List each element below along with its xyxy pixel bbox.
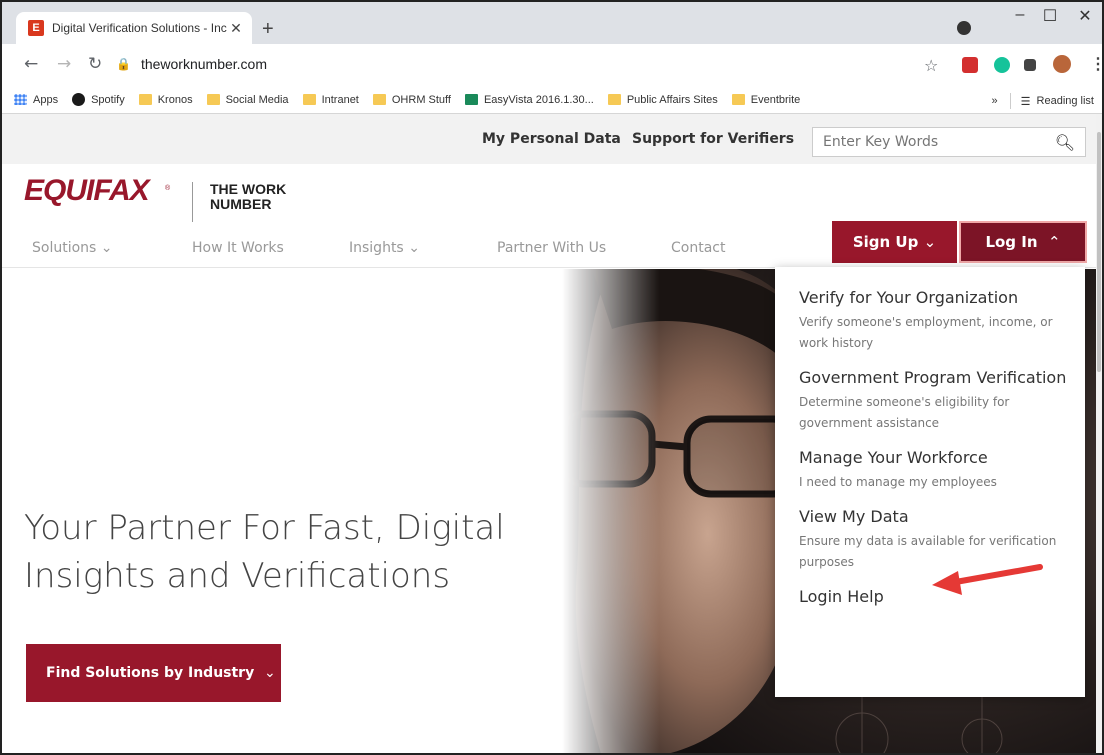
maximize-button[interactable]: ☐: [1035, 6, 1065, 26]
find-solutions-label: Find Solutions by Industry: [46, 665, 255, 681]
bookmark-star-icon[interactable]: ☆: [924, 56, 938, 75]
reload-icon[interactable]: ↻: [88, 54, 102, 74]
logo-line-2: NUMBER: [210, 196, 272, 212]
menu-item-description: Verify someone's employment, income, or …: [799, 315, 1053, 350]
address-bar[interactable]: 🔒 theworknumber.com: [116, 51, 954, 77]
forward-arrow-icon[interactable]: →: [57, 54, 71, 74]
profile-icon[interactable]: [957, 21, 971, 35]
tab-title: Digital Verification Solutions - Inc: [52, 21, 227, 35]
new-tab-button[interactable]: +: [262, 18, 274, 41]
nav-partner-with-us[interactable]: Partner With Us: [497, 240, 606, 256]
bookmark-eventbrite[interactable]: Eventbrite: [731, 94, 800, 106]
bookmark-kronos[interactable]: Kronos: [138, 94, 193, 106]
the-work-number-logo[interactable]: THE WORK NUMBER: [210, 182, 286, 212]
back-arrow-icon[interactable]: ←: [24, 54, 38, 74]
menu-item-title: View My Data: [799, 507, 909, 526]
chevron-down-icon: ⌄: [100, 240, 113, 256]
log-in-label: Log In: [985, 233, 1038, 251]
bookmarks-right: » ☰ Reading list: [992, 93, 1094, 109]
folder-icon: [302, 94, 316, 105]
folder-icon: [731, 94, 745, 105]
chevron-down-icon: ⌄: [263, 665, 276, 681]
my-personal-data-link[interactable]: My Personal Data: [482, 131, 621, 147]
bookmark-public-affairs[interactable]: Public Affairs Sites: [607, 94, 718, 106]
logo-registered-mark: ®: [165, 185, 171, 192]
sign-up-button[interactable]: Sign Up ⌄: [832, 221, 957, 263]
menu-item-manage-workforce[interactable]: Manage Your Workforce I need to manage m…: [799, 444, 1085, 493]
logo-line-1: THE WORK: [210, 181, 287, 197]
site-search: 🔍︎: [812, 127, 1086, 157]
extensions-puzzle-icon[interactable]: [1024, 59, 1036, 71]
nav-solutions[interactable]: Solutions ⌄: [32, 240, 113, 256]
nav-solutions-label: Solutions: [32, 240, 97, 256]
logo-divider: [192, 182, 193, 222]
apps-grid-icon: [14, 94, 27, 105]
login-dropdown-menu: Verify for Your Organization Verify some…: [775, 267, 1085, 697]
grammarly-extension-icon[interactable]: [994, 57, 1010, 73]
bookmark-easyvista[interactable]: EasyVista 2016.1.30...: [464, 94, 594, 106]
nav-insights-label: Insights: [349, 240, 404, 256]
menu-item-government-program[interactable]: Government Program Verification Determin…: [799, 364, 1085, 434]
page-scrollbar-thumb[interactable]: [1097, 132, 1101, 372]
browser-window: E Digital Verification Solutions - Inc ✕…: [0, 0, 1104, 755]
avatar[interactable]: [1053, 55, 1071, 73]
annotation-arrow-icon: [932, 564, 1043, 595]
bookmark-social-media[interactable]: Social Media: [206, 94, 289, 106]
reading-list-button[interactable]: Reading list: [1037, 95, 1094, 107]
tab-close-icon[interactable]: ✕: [228, 20, 244, 37]
nav-contact[interactable]: Contact: [671, 240, 725, 256]
menu-item-title: Manage Your Workforce: [799, 448, 988, 467]
folder-icon: [372, 94, 386, 105]
equifax-favicon-icon: E: [28, 20, 44, 36]
utility-bar: My Personal Data Support for Verifiers 🔍…: [2, 114, 1102, 164]
folder-icon: [607, 94, 621, 105]
browser-menu-icon[interactable]: ⋮: [1090, 54, 1102, 74]
url-text: theworknumber.com: [140, 56, 268, 72]
bookmark-spotify[interactable]: Spotify: [72, 93, 125, 106]
nav-insights[interactable]: Insights ⌄: [349, 240, 420, 256]
browser-toolbar: ← → ↻ 🔒 theworknumber.com ☆ ⋮: [2, 44, 1102, 86]
spotify-icon: [72, 93, 86, 106]
folder-icon: [206, 94, 220, 105]
divider: [1009, 93, 1011, 109]
sign-up-label: Sign Up: [852, 233, 919, 251]
close-window-button[interactable]: ✕: [1070, 6, 1100, 26]
support-for-verifiers-link[interactable]: Support for Verifiers: [632, 131, 794, 147]
bookmark-ohrm-stuff[interactable]: OHRM Stuff: [372, 94, 451, 106]
hero-title: Your Partner For Fast, Digital Insights …: [24, 504, 505, 600]
folder-icon: [138, 94, 152, 105]
easyvista-icon: [464, 94, 478, 105]
find-solutions-button[interactable]: Find Solutions by Industry ⌄: [26, 644, 281, 702]
search-icon[interactable]: 🔍︎: [1055, 133, 1075, 152]
search-input[interactable]: [823, 134, 1055, 150]
equifax-logo[interactable]: EQUIFAX: [24, 174, 150, 208]
bookmarks-bar: Apps Spotify Kronos Social Media Intrane…: [2, 86, 1102, 114]
menu-item-title: Government Program Verification: [799, 368, 1067, 387]
minimize-button[interactable]: –: [1005, 6, 1035, 24]
reading-list-icon: ☰: [1020, 95, 1031, 108]
hero-title-line-1: Your Partner For Fast, Digital: [24, 508, 505, 548]
lock-icon: 🔒: [116, 57, 131, 71]
chevron-down-icon: ⌄: [408, 240, 420, 256]
pdf-extension-icon[interactable]: [962, 57, 978, 73]
nav-how-it-works[interactable]: How It Works: [192, 240, 284, 256]
bookmarks-overflow-button[interactable]: »: [992, 95, 998, 107]
menu-item-description: I need to manage my employees: [799, 475, 997, 489]
hero-title-line-2: Insights and Verifications: [24, 556, 451, 596]
log-in-button[interactable]: Log In ⌃: [959, 221, 1087, 263]
chevron-up-icon: ⌃: [1047, 233, 1061, 251]
chevron-down-icon: ⌄: [923, 233, 937, 251]
tab-strip: E Digital Verification Solutions - Inc ✕…: [2, 2, 1102, 44]
bookmark-apps[interactable]: Apps: [14, 94, 58, 106]
menu-item-title: Verify for Your Organization: [799, 288, 1019, 307]
bookmark-intranet[interactable]: Intranet: [302, 94, 359, 106]
menu-item-verify-organization[interactable]: Verify for Your Organization Verify some…: [799, 284, 1085, 354]
menu-item-description: Determine someone's eligibility for gove…: [799, 395, 1010, 430]
browser-tab[interactable]: E Digital Verification Solutions - Inc ✕: [16, 12, 252, 44]
